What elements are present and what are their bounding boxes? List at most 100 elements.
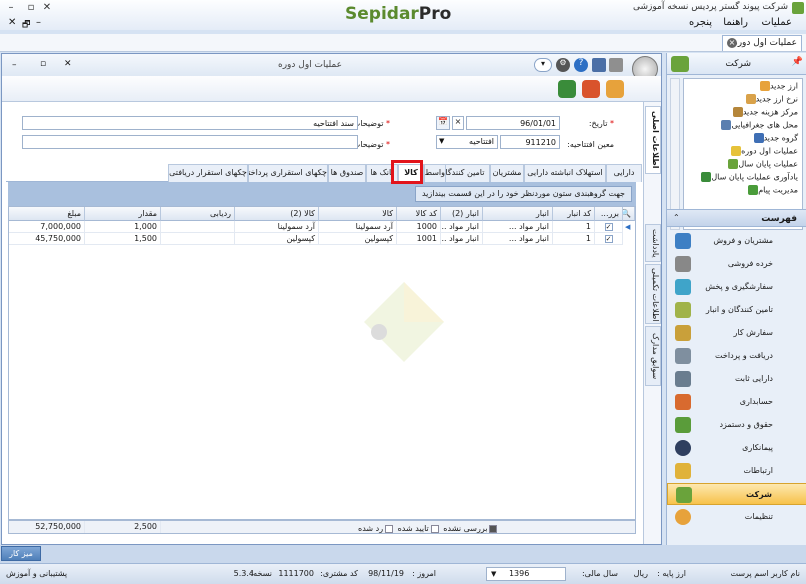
nav-contracting[interactable]: پیمانکاری bbox=[667, 437, 806, 459]
help-icon[interactable]: ? bbox=[574, 58, 588, 72]
window-minimize-icon[interactable]: – bbox=[12, 60, 17, 70]
confirm-icon[interactable] bbox=[558, 80, 576, 98]
col-quantity[interactable]: مقدار bbox=[85, 207, 161, 221]
nav-company[interactable]: شرکت bbox=[667, 483, 806, 505]
close-tab-icon[interactable]: × bbox=[727, 38, 737, 48]
settings-icon[interactable]: ⚙ bbox=[556, 58, 570, 72]
nav-label: شرکت bbox=[746, 490, 772, 499]
today-date: 98/11/19 bbox=[368, 569, 404, 578]
fiscal-year-select[interactable]: ▼ 1396 bbox=[486, 567, 566, 581]
vtab-main-info[interactable]: اطلاعات اصلی bbox=[645, 106, 661, 174]
tree-item-message-management[interactable]: مدیریت پیام bbox=[745, 185, 798, 198]
pin-icon[interactable]: 📌 bbox=[792, 57, 803, 67]
col-tracking[interactable]: ردیابی bbox=[161, 207, 235, 221]
tree-item-new-currency[interactable]: ارز جدید bbox=[757, 81, 798, 94]
search-icon[interactable]: 🔍 bbox=[623, 207, 635, 221]
opening-account-value: افتتاحیه bbox=[469, 137, 494, 146]
panel-header: شرکت 📌 bbox=[667, 53, 806, 75]
mdi-restore-icon[interactable]: 🗗 bbox=[22, 17, 30, 33]
nav-receipts-payments[interactable]: دریافت و پرداخت bbox=[667, 345, 806, 367]
nav-label: تامین کنندگان و انبار bbox=[705, 305, 773, 314]
menu-help[interactable]: راهنما bbox=[723, 17, 748, 28]
cell-goods: کپسولین bbox=[319, 233, 397, 245]
save-icon[interactable] bbox=[592, 58, 606, 72]
orders-icon bbox=[675, 279, 691, 295]
tree-item-closing-operations[interactable]: عملیات پایان سال bbox=[725, 159, 798, 172]
nav-customers-sales[interactable]: مشتریان و فروش bbox=[667, 230, 806, 252]
globe-icon bbox=[721, 120, 732, 130]
mdi-minimize-icon[interactable]: – bbox=[36, 17, 41, 28]
col-warehouse-2[interactable]: انبار (2) bbox=[441, 207, 483, 221]
col-goods[interactable]: کالا bbox=[319, 207, 397, 221]
col-goods-code[interactable]: کد کالا bbox=[397, 207, 441, 221]
vtab-notes[interactable]: یادداشت bbox=[645, 224, 661, 262]
table-row[interactable]: 45,750,000 1,500 کپسولین کپسولین 1001 ان… bbox=[9, 233, 635, 245]
tab-intermediary[interactable]: واسط bbox=[424, 164, 446, 182]
menu-window[interactable]: پنجره bbox=[689, 17, 712, 28]
approved-swatch bbox=[430, 524, 439, 533]
tab-assets[interactable]: دارایی bbox=[606, 164, 642, 182]
nav-communications[interactable]: ارتباطات bbox=[667, 460, 806, 482]
tree-item-new-cost-center[interactable]: مرکز هزینه جدید bbox=[730, 107, 798, 120]
document-tab-strip: عملیات اول دوره × bbox=[0, 34, 806, 52]
tab-accumulated-depreciation[interactable]: استهلاک انباشته دارایی bbox=[524, 164, 606, 182]
tab-opening-operations[interactable]: عملیات اول دوره × bbox=[722, 35, 802, 51]
window-close-icon[interactable]: ✕ bbox=[64, 59, 72, 69]
minimize-window-button[interactable]: – bbox=[4, 2, 18, 16]
nav-suppliers-inventory[interactable]: تامین کنندگان و انبار bbox=[667, 299, 806, 321]
group-by-panel[interactable]: جهت گروهبندی ستون موردنظر خود را در این … bbox=[8, 182, 636, 206]
tree-scrollbar[interactable] bbox=[670, 78, 680, 230]
tree-item-new-group[interactable]: گروه جدید bbox=[751, 133, 798, 146]
cell-warehouse: انبار مواد ... bbox=[483, 221, 553, 233]
table-row[interactable]: 7,000,000 1,000 آرد سمولینا آرد سمولینا … bbox=[9, 221, 635, 233]
menu-section-header[interactable]: فهرست ⌃ bbox=[667, 209, 806, 227]
opening-account-code-input[interactable] bbox=[500, 135, 560, 149]
window-toolbar bbox=[2, 76, 661, 102]
nav-retail[interactable]: خرده فروشی bbox=[667, 253, 806, 275]
nav-fixed-assets[interactable]: دارایی ثابت bbox=[667, 368, 806, 390]
tree-item-new-rate[interactable]: نرخ ارز جدید bbox=[743, 94, 798, 107]
tree-item-closing-reminder[interactable]: یادآوری عملیات پایان سال bbox=[698, 172, 798, 185]
new-document-icon[interactable] bbox=[606, 80, 624, 98]
nav-work-orders[interactable]: سفارش کار bbox=[667, 322, 806, 344]
clear-date-icon[interactable]: × bbox=[452, 116, 464, 130]
calendar-icon[interactable]: 📅 bbox=[436, 116, 450, 130]
review-checkbox[interactable]: ✓ bbox=[595, 233, 623, 245]
options-dropdown-icon[interactable]: ▾ bbox=[534, 58, 552, 72]
review-checkbox[interactable]: ✓ bbox=[595, 221, 623, 233]
nav-settings[interactable]: تنظیمات bbox=[667, 506, 806, 528]
tab-customers[interactable]: مشتریان bbox=[490, 164, 524, 182]
tab-cash-boxes[interactable]: صندوق ها bbox=[328, 164, 366, 182]
date-input[interactable] bbox=[466, 116, 560, 130]
window-maximize-icon[interactable]: ▫ bbox=[40, 59, 46, 69]
fixed-assets-icon bbox=[675, 371, 691, 387]
close-window-button[interactable]: ✕ bbox=[40, 2, 54, 16]
nav-accounting[interactable]: حسابداری bbox=[667, 391, 806, 413]
mdi-close-icon[interactable]: ✕ bbox=[8, 17, 16, 28]
cell-amount: 45,750,000 bbox=[9, 233, 85, 245]
col-review[interactable]: برر... bbox=[595, 207, 623, 221]
desk-button[interactable]: میز کار bbox=[1, 546, 41, 561]
menu-operations[interactable]: عملیات bbox=[761, 17, 792, 28]
col-amount[interactable]: مبلغ bbox=[9, 207, 85, 221]
nav-payroll[interactable]: حقوق و دستمزد bbox=[667, 414, 806, 436]
app-title: شرکت پیوند گستر پردیس نسخه آموزشی bbox=[632, 2, 788, 12]
description-input[interactable] bbox=[22, 116, 358, 130]
vtab-extra-info[interactable]: اطلاعات تکمیلی bbox=[645, 264, 661, 324]
opening-account-select[interactable]: افتتاحیه ▼ bbox=[436, 135, 498, 149]
print-icon[interactable] bbox=[609, 58, 623, 72]
nav-orders-distribution[interactable]: سفارشگیری و پخش bbox=[667, 276, 806, 298]
col-goods-2[interactable]: کالا (2) bbox=[235, 207, 319, 221]
col-warehouse-code[interactable]: کد انبار bbox=[553, 207, 595, 221]
payroll-icon bbox=[675, 417, 691, 433]
tab-paid-cheques[interactable]: چکهای استقراری پرداختی bbox=[248, 164, 328, 182]
support-link[interactable]: پشتیبانی و آموزش bbox=[6, 569, 67, 578]
reject-icon[interactable] bbox=[582, 80, 600, 98]
description2-input[interactable] bbox=[22, 135, 358, 149]
tab-received-cheques[interactable]: چکهای استقرار دریافتی bbox=[168, 164, 248, 182]
vtab-document-history[interactable]: سوابق مدارک bbox=[645, 326, 661, 386]
col-warehouse[interactable]: انبار bbox=[483, 207, 553, 221]
tree-item-locations[interactable]: محل های جغرافیایی bbox=[718, 120, 798, 133]
restore-window-button[interactable]: ▫ bbox=[24, 2, 38, 16]
tree-item-opening-operations[interactable]: عملیات اول دوره bbox=[728, 146, 798, 159]
